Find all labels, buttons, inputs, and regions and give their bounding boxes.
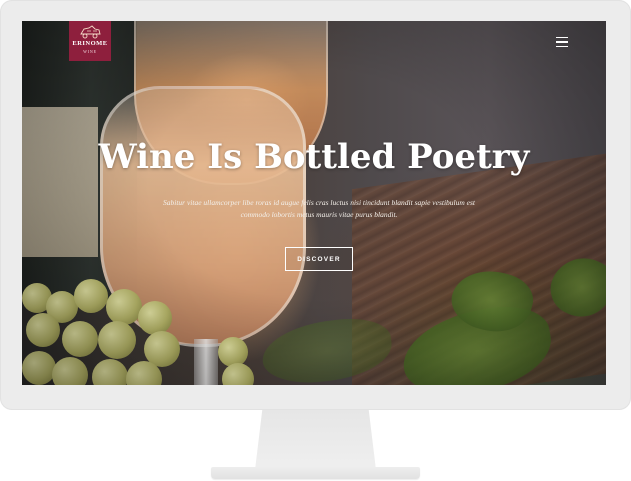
monitor-stand-base xyxy=(211,467,420,479)
site-logo[interactable]: ERINOME WINE xyxy=(69,21,111,61)
website-screen: ERINOME WINE Wine Is Bottled Poetry Sabi… xyxy=(22,21,606,385)
monitor-stand-neck xyxy=(255,410,376,470)
hamburger-menu-icon[interactable] xyxy=(556,37,568,47)
cart-logo-icon xyxy=(80,25,101,39)
hero-subtitle: Sabitur vitae ullamcorper libe roras id … xyxy=(163,198,475,219)
discover-button[interactable]: DISCOVER xyxy=(285,247,353,271)
monitor-frame: ERINOME WINE Wine Is Bottled Poetry Sabi… xyxy=(0,0,631,410)
hero-title: Wine Is Bottled Poetry xyxy=(98,137,530,177)
logo-subtitle: WINE xyxy=(83,48,97,54)
logo-name: ERINOME xyxy=(72,40,108,47)
